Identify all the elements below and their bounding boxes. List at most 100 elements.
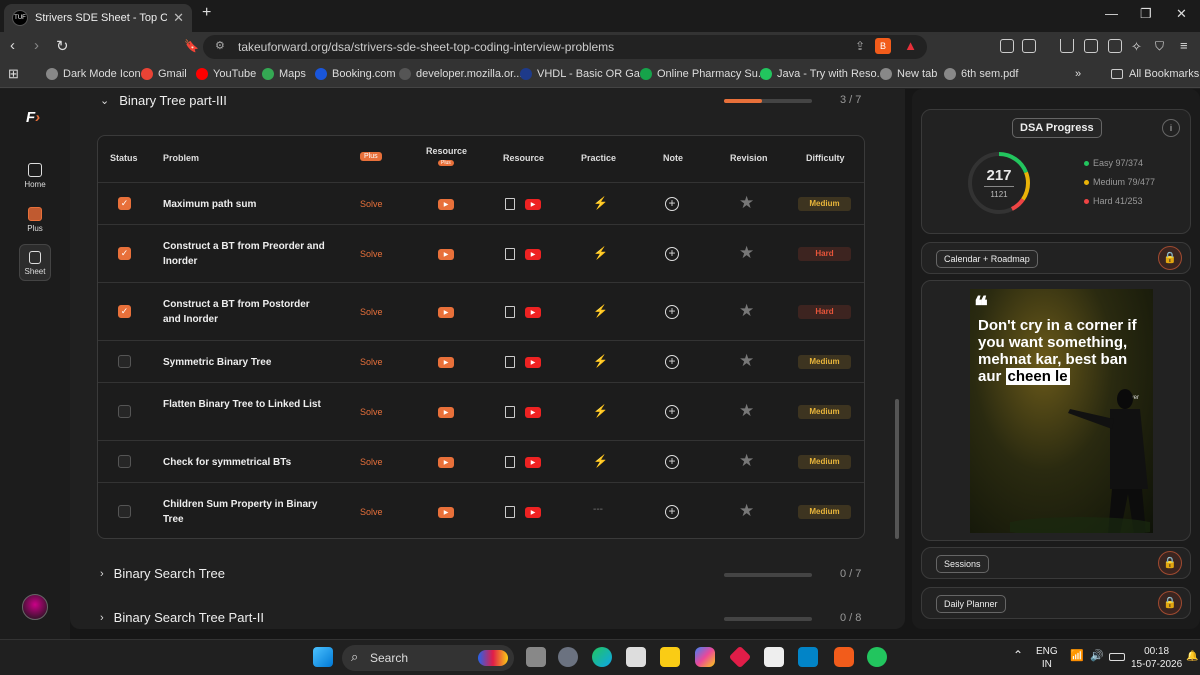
calendar-roadmap-card[interactable]: Calendar + Roadmap 🔒 [921,242,1191,274]
language-indicator[interactable]: ENG IN [1036,645,1058,671]
status-checkbox[interactable] [118,405,131,418]
revision-star-icon[interactable]: ★ [739,501,754,521]
bookmark-item[interactable]: Maps [262,68,306,80]
section-header-bst[interactable]: › Binary Search Tree [100,566,225,581]
youtube-icon[interactable]: ▶ [525,507,541,518]
status-checkbox[interactable]: ✓ [118,247,131,260]
problem-name[interactable]: Construct a BT from Preorder and Inorder [163,239,328,269]
add-note-icon[interactable]: + [665,355,679,369]
bookmark-page-icon[interactable]: 🔖 [184,39,199,53]
nav-home[interactable]: Home [12,163,58,189]
practice-link-icon[interactable]: ⚡ [593,404,608,418]
bookmark-item[interactable]: VHDL - Basic OR Ga... [520,68,649,80]
notifications-icon[interactable]: 🔔 [1186,650,1198,663]
practice-link-icon[interactable]: ⚡ [593,354,608,368]
scrollbar[interactable] [895,399,899,539]
solve-link[interactable]: Solve [360,407,383,417]
article-icon[interactable] [505,506,515,518]
revision-star-icon[interactable]: ★ [739,451,754,471]
status-checkbox[interactable] [118,455,131,468]
task-view-icon[interactable] [526,647,546,667]
nav-sheet[interactable]: Sheet [19,244,51,281]
bookmark-item[interactable]: developer.mozilla.or... [399,68,522,80]
plus-video-icon[interactable]: ▶ [438,307,454,318]
bookmark-item[interactable]: Dark Mode Icon [46,68,141,80]
vpn-icon[interactable]: ⛉ [1155,39,1164,54]
solve-link[interactable]: Solve [360,249,383,259]
youtube-icon[interactable]: ▶ [525,199,541,210]
new-tab-icon[interactable]: + [202,4,211,22]
wifi-icon[interactable]: 📶 [1070,650,1084,663]
volume-icon[interactable]: 🔊 [1090,650,1104,663]
bookmarks-overflow-icon[interactable]: » [1075,68,1081,80]
revision-star-icon[interactable]: ★ [739,351,754,371]
add-note-icon[interactable]: + [665,505,679,519]
screenshot-icon[interactable] [1022,39,1036,53]
solve-link[interactable]: Solve [360,507,383,517]
close-tab-icon[interactable]: ✕ [173,10,184,26]
practice-link-icon[interactable]: ⚡ [593,454,608,468]
bookmark-item[interactable]: Gmail [141,68,187,80]
youtube-icon[interactable]: ▶ [525,249,541,260]
file-explorer-icon[interactable] [660,647,680,667]
extensions-icon[interactable] [1000,39,1014,53]
app-editor-icon[interactable] [764,647,784,667]
battery-icon[interactable] [1109,653,1125,661]
youtube-icon[interactable]: ▶ [525,357,541,368]
leo-ai-icon[interactable]: ✧ [1131,39,1142,55]
article-icon[interactable] [505,406,515,418]
apps-grid-icon[interactable]: ⊞ [8,66,19,82]
article-icon[interactable] [505,248,515,260]
plus-video-icon[interactable]: ▶ [438,507,454,518]
lock-icon[interactable]: 🔒 [1158,551,1182,575]
problem-name[interactable]: Maximum path sum [163,197,328,212]
problem-name[interactable]: Check for symmetrical BTs [163,455,328,470]
practice-link-icon[interactable]: ⚡ [593,246,608,260]
youtube-icon[interactable]: ▶ [525,407,541,418]
nav-plus[interactable]: Plus [12,207,58,233]
article-icon[interactable] [505,356,515,368]
app-red-icon[interactable] [728,645,752,669]
lock-icon[interactable]: 🔒 [1158,591,1182,615]
downloads-icon[interactable] [1060,39,1074,53]
status-checkbox[interactable]: ✓ [118,305,131,318]
all-bookmarks-button[interactable]: All Bookmarks [1111,68,1199,80]
whatsapp-icon[interactable] [867,647,887,667]
article-icon[interactable] [505,456,515,468]
tuf-logo[interactable]: F› [26,109,40,126]
solve-link[interactable]: Solve [360,199,383,209]
lock-icon[interactable]: 🔒 [1158,246,1182,270]
sidebar-icon[interactable] [1084,39,1098,53]
restore-icon[interactable]: ❐ [1140,6,1152,22]
youtube-icon[interactable]: ▶ [525,307,541,318]
menu-icon[interactable]: ≡ [1180,38,1188,53]
bookmark-item[interactable]: New tab [880,68,937,80]
revision-star-icon[interactable]: ★ [739,401,754,421]
solve-link[interactable]: Solve [360,457,383,467]
revision-star-icon[interactable]: ★ [739,243,754,263]
copilot-icon[interactable] [695,647,715,667]
bookmark-item[interactable]: Java - Try with Reso... [760,68,886,80]
browser-tab[interactable]: TUF Strivers SDE Sheet - Top Coding ✕ [4,4,192,32]
add-note-icon[interactable]: + [665,405,679,419]
avatar[interactable] [22,594,48,620]
article-icon[interactable] [505,198,515,210]
bookmark-item[interactable]: YouTube [196,68,256,80]
brave-rewards-icon[interactable]: ▲ [904,38,917,53]
add-note-icon[interactable]: + [665,305,679,319]
share-icon[interactable]: ⇪ [855,39,865,53]
solve-link[interactable]: Solve [360,307,383,317]
reload-icon[interactable]: ↻ [56,37,69,55]
add-note-icon[interactable]: + [665,197,679,211]
solve-link[interactable]: Solve [360,357,383,367]
tray-chevron-up-icon[interactable]: ⌃ [1013,649,1023,662]
info-icon[interactable]: i [1162,119,1180,137]
plus-video-icon[interactable]: ▶ [438,457,454,468]
forward-icon[interactable]: › [34,37,39,54]
section-header-bst-ii[interactable]: › Binary Search Tree Part-II [100,610,264,625]
bookmark-item[interactable]: 6th sem.pdf [944,68,1018,80]
revision-star-icon[interactable]: ★ [739,301,754,321]
add-note-icon[interactable]: + [665,455,679,469]
youtube-icon[interactable]: ▶ [525,457,541,468]
edge-icon[interactable] [592,647,612,667]
